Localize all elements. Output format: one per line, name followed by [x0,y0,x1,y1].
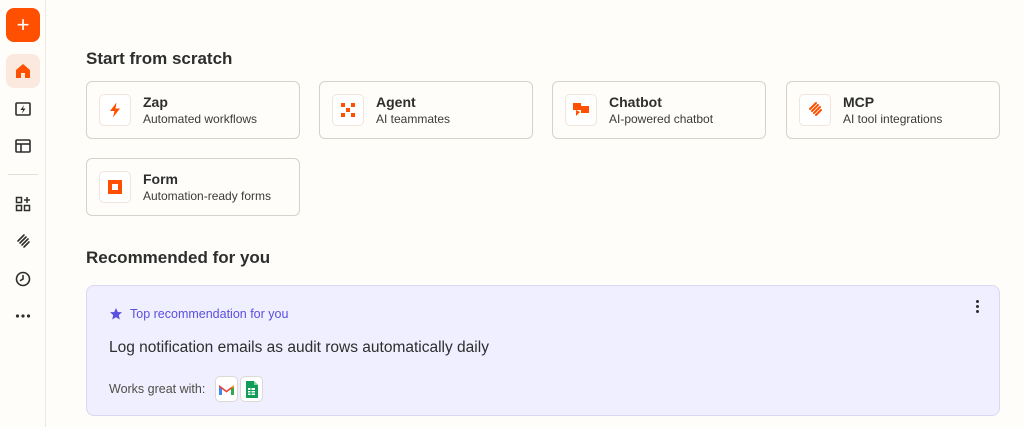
zaps-icon [15,102,31,116]
works-with-label: Works great with: [109,382,206,396]
google-sheets-icon [246,380,259,398]
card-title: Agent [376,93,416,110]
recommended-heading: Recommended for you [86,248,271,267]
agent-icon [341,103,355,117]
gmail-icon [219,384,235,395]
sidebar-item-mcp[interactable] [6,224,40,258]
sidebar-item-zaps[interactable] [6,92,40,126]
sidebar-item-more[interactable] [6,299,40,333]
google-sheets-app-badge[interactable] [240,376,264,402]
sidebar-item-home[interactable] [6,54,40,88]
star-icon [110,308,122,320]
chatbot-icon-box [565,94,597,126]
start-from-scratch-heading: Start from scratch [86,49,233,68]
sidebar-item-tables[interactable] [6,129,40,163]
card-title: MCP [843,93,875,110]
apps-icon [15,196,31,212]
card-subtitle: Automated workflows [143,111,258,126]
create-zap-card[interactable]: Zap Automated workflows [86,81,300,139]
card-title: Zap [143,93,168,110]
works-with-row: Works great with: [109,376,264,402]
create-mcp-card[interactable]: MCP AI tool integrations [786,81,1000,139]
chatbot-icon [573,103,589,116]
card-subtitle: AI teammates [376,111,451,126]
kebab-dot [975,299,979,303]
sidebar-item-history[interactable] [6,262,40,296]
sidebar-item-apps[interactable] [6,187,40,221]
mcp-icon-box [799,94,831,126]
create-chatbot-card[interactable]: Chatbot AI-powered chatbot [552,81,766,139]
create-button-label: + [16,12,30,37]
create-form-card[interactable]: Form Automation-ready forms [86,158,300,216]
kebab-dot [975,309,979,313]
create-button[interactable]: + [6,8,40,42]
form-icon-box [99,171,131,203]
mcp-icon [809,102,822,116]
form-icon [108,180,122,194]
recommendation-title: Log notification emails as audit rows au… [109,339,489,356]
card-title: Form [143,170,178,187]
kebab-dot [975,304,979,308]
card-subtitle: Automation-ready forms [143,188,272,203]
more-icon [15,314,31,318]
recommendation-tag-label: Top recommendation for you [130,307,289,321]
home-icon [16,64,30,78]
recommendation-tag: Top recommendation for you [109,307,288,321]
zap-icon [110,102,120,118]
tables-icon [15,139,31,153]
card-subtitle: AI tool integrations [843,111,943,126]
history-icon [15,271,31,287]
gmail-app-badge[interactable] [215,376,239,402]
card-subtitle: AI-powered chatbot [609,111,714,126]
agent-icon-box [332,94,364,126]
top-recommendation-card[interactable]: Top recommendation for you Log notificat… [86,285,1000,416]
sidebar: + [0,0,46,427]
more-options-button[interactable] [969,297,985,315]
create-agent-card[interactable]: Agent AI teammates [319,81,533,139]
card-title: Chatbot [609,93,662,110]
sidebar-divider [8,174,38,175]
zap-icon-box [99,94,131,126]
mcp-icon [17,234,30,248]
